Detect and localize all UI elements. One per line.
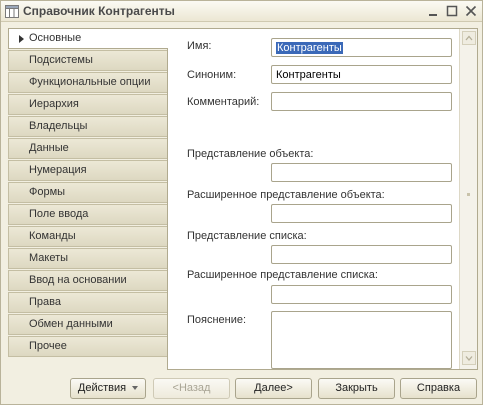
back-button[interactable]: <Назад [153, 378, 230, 399]
chevron-down-icon [465, 356, 473, 361]
next-button-label: Далее> [254, 382, 293, 394]
tab-forms[interactable]: Формы [8, 182, 167, 203]
tab-label: Макеты [29, 252, 69, 264]
tab-data-exchange[interactable]: Обмен данными [8, 314, 167, 335]
tab-numbering[interactable]: Нумерация [8, 160, 167, 181]
tab-input-field[interactable]: Поле ввода [8, 204, 167, 225]
extended-list-representation-label: Расширенное представление списка: [187, 269, 378, 281]
minimize-button[interactable] [424, 3, 442, 20]
tab-rights[interactable]: Права [8, 292, 167, 313]
catalog-icon [5, 5, 19, 18]
chevron-down-icon [132, 386, 139, 391]
comment-field[interactable] [271, 92, 452, 111]
list-representation-label: Представление списка: [187, 230, 307, 242]
extended-list-representation-field[interactable] [271, 285, 452, 304]
actions-button-label: Действия [77, 382, 127, 394]
tab-label: Формы [29, 186, 66, 198]
tab-functional-options[interactable]: Функциональные опции [8, 72, 167, 93]
extended-object-representation-label: Расширенное представление объекта: [187, 189, 385, 201]
next-button[interactable]: Далее> [235, 378, 312, 399]
close-button-label: Закрыть [335, 382, 378, 394]
tab-label: Прочее [29, 340, 67, 352]
scroll-down-button[interactable] [462, 351, 476, 365]
actions-button[interactable]: Действия [70, 378, 146, 399]
explanation-label: Пояснение: [187, 314, 247, 326]
scroll-grip-icon [467, 193, 470, 196]
tab-templates[interactable]: Макеты [8, 248, 167, 269]
tab-hierarchy[interactable]: Иерархия [8, 94, 167, 115]
tab-data[interactable]: Данные [8, 138, 167, 159]
list-representation-field[interactable] [271, 245, 452, 264]
help-button-label: Справка [416, 382, 461, 394]
name-field-value: Контрагенты [276, 42, 343, 54]
metadata-editor-window: Справочник Контрагенты Основные Подсисте… [0, 0, 483, 405]
tab-subsystems[interactable]: Подсистемы [8, 50, 167, 71]
comment-label: Комментарий: [187, 96, 260, 108]
synonym-field[interactable]: Контрагенты [271, 65, 452, 84]
window-title: Справочник Контрагенты [23, 4, 175, 18]
tab-label: Права [29, 296, 61, 308]
extended-object-representation-field[interactable] [271, 204, 452, 223]
tab-label: Команды [29, 230, 76, 242]
tab-label: Обмен данными [29, 318, 113, 330]
help-button[interactable]: Справка [400, 378, 477, 399]
tab-other[interactable]: Прочее [8, 336, 167, 357]
tab-label: Функциональные опции [29, 76, 151, 88]
maximize-button[interactable] [443, 3, 461, 20]
tab-input-based-on[interactable]: Ввод на основании [8, 270, 167, 291]
tab-list: Основные Подсистемы Функциональные опции… [8, 28, 168, 358]
tab-label: Данные [29, 142, 69, 154]
tab-label: Иерархия [29, 98, 79, 110]
tab-label: Нумерация [29, 164, 87, 176]
tab-label: Ввод на основании [29, 274, 127, 286]
tab-label: Подсистемы [29, 54, 93, 66]
vertical-scrollbar[interactable] [459, 29, 477, 369]
tab-label: Владельцы [29, 120, 88, 132]
chevron-up-icon [465, 35, 473, 41]
close-window-button[interactable] [462, 3, 480, 20]
synonym-label: Синоним: [187, 69, 237, 81]
scroll-up-button[interactable] [462, 31, 476, 45]
name-field[interactable]: Контрагенты [271, 38, 452, 57]
tab-main[interactable]: Основные [8, 28, 168, 49]
close-button[interactable]: Закрыть [318, 378, 395, 399]
object-representation-label: Представление объекта: [187, 148, 314, 160]
tab-label: Основные [29, 32, 82, 44]
explanation-textarea[interactable] [271, 311, 452, 369]
tab-owners[interactable]: Владельцы [8, 116, 167, 137]
synonym-field-value: Контрагенты [276, 69, 341, 81]
name-label: Имя: [187, 40, 212, 52]
title-bar: Справочник Контрагенты [1, 1, 482, 22]
tab-commands[interactable]: Команды [8, 226, 167, 247]
object-representation-field[interactable] [271, 163, 452, 182]
back-button-label: <Назад [172, 382, 211, 394]
tab-label: Поле ввода [29, 208, 89, 220]
current-tab-arrow-icon [19, 35, 24, 43]
